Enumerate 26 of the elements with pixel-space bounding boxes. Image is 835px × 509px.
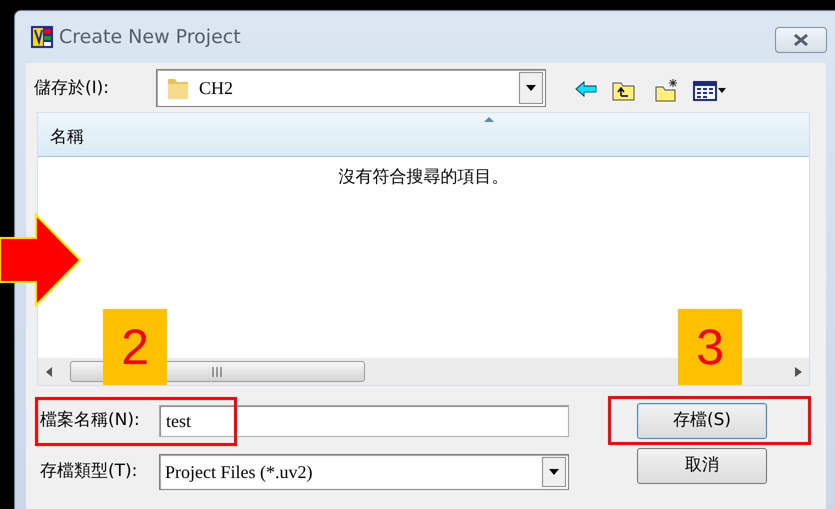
save-in-label: 儲存於(I): bbox=[34, 77, 110, 100]
empty-message: 沒有符合搜尋的項目。 bbox=[338, 166, 510, 189]
file-type-dropdown[interactable]: Project Files (*.uv2) bbox=[159, 454, 569, 490]
file-type-label: 存檔類型(T): bbox=[40, 460, 138, 483]
caret-icon bbox=[542, 457, 566, 487]
close-icon bbox=[792, 33, 810, 47]
file-type-value: Project Files (*.uv2) bbox=[164, 460, 314, 484]
close-button[interactable] bbox=[775, 27, 827, 53]
view-menu-icon[interactable] bbox=[693, 78, 727, 102]
location-value: CH2 bbox=[199, 76, 234, 100]
file-name-field[interactable]: test bbox=[159, 405, 569, 437]
sort-arrow-icon bbox=[483, 116, 495, 123]
step-number: 2 bbox=[103, 309, 167, 385]
caret-icon bbox=[519, 72, 543, 104]
app-logo-icon bbox=[31, 26, 53, 48]
scroll-right-icon[interactable] bbox=[795, 367, 802, 377]
cancel-button[interactable]: 取消 bbox=[637, 448, 767, 484]
save-button[interactable]: 存檔(S) bbox=[637, 403, 767, 439]
file-name-label: 檔案名稱(N): bbox=[40, 409, 140, 432]
location-dropdown[interactable]: CH2 bbox=[156, 69, 546, 107]
step-number: 3 bbox=[678, 309, 742, 385]
window-title: Create New Project bbox=[59, 24, 241, 50]
folder-icon bbox=[167, 76, 189, 100]
new-folder-icon[interactable] bbox=[654, 78, 678, 102]
column-header[interactable]: 名稱 bbox=[38, 113, 809, 157]
scroll-left-icon[interactable] bbox=[46, 367, 53, 377]
